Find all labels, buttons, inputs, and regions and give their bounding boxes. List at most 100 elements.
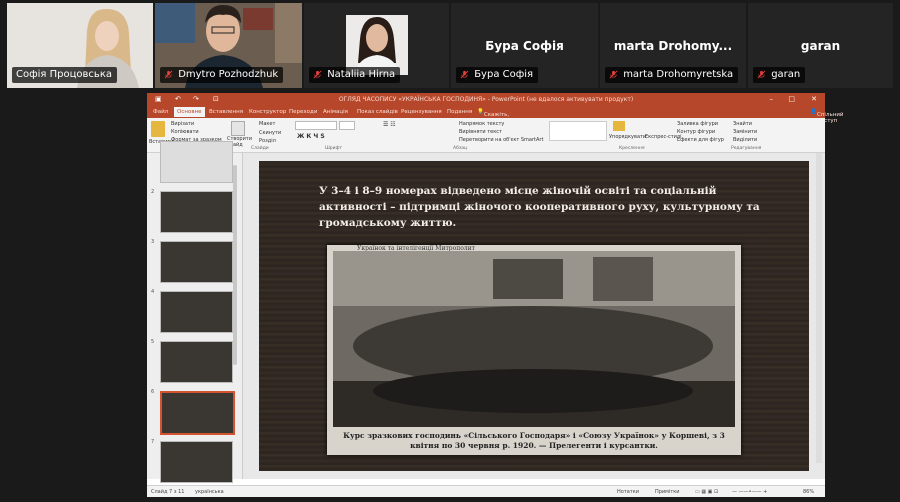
zoom-slider[interactable]: — ——•—— + <box>732 489 767 495</box>
participant-name: Dmytro Pozhodzhuk <box>178 69 279 80</box>
participant-center-name: Бура Софія <box>485 39 564 53</box>
slide-scrollbar[interactable] <box>816 153 822 463</box>
font-size-field[interactable] <box>339 121 355 130</box>
slide-thumbnail[interactable] <box>160 291 233 333</box>
participant-tile-1[interactable]: Софія Процовська <box>7 3 153 88</box>
language-indicator: українська <box>195 489 224 495</box>
convert-smartart-button[interactable]: Перетворити на об'єкт SmartArt <box>459 137 543 143</box>
participant-tile-6[interactable]: garan garan <box>748 3 893 88</box>
paste-icon[interactable] <box>151 121 165 137</box>
slide-number: 3 <box>151 239 155 245</box>
slide-thumbnail[interactable] <box>160 241 233 283</box>
slide-thumbnail[interactable] <box>160 141 233 183</box>
muted-mic-icon <box>609 70 618 78</box>
participant-name: Бура Софія <box>474 69 534 80</box>
participant-name: garan <box>771 69 801 80</box>
section-button[interactable]: Розділ <box>259 138 276 144</box>
group-editing-label: Редагування <box>731 146 762 151</box>
shape-outline-button[interactable]: Контур фігури <box>677 129 715 135</box>
participant-tile-5[interactable]: marta Drohomy... marta Drohomyretska <box>600 3 746 88</box>
editor-area: 2 3 4 5 6 7 У 3–4 і 8–9 номерах відведен… <box>147 141 825 483</box>
notes-button[interactable]: Нотатки <box>617 489 639 495</box>
historical-photo: Українок та інтелігенції Митрополит Курс… <box>327 245 741 455</box>
group-photo-image <box>333 251 735 427</box>
zoom-level[interactable]: 86% <box>803 489 814 495</box>
cut-button[interactable]: Вирізати <box>171 121 194 127</box>
slide-counter: Слайд 7 з 11 <box>151 489 185 495</box>
view-buttons[interactable]: ▭ ▦ ▣ ⊡ <box>695 489 718 495</box>
participant-name-label: Бура Софія <box>456 67 539 83</box>
muted-mic-icon <box>164 70 173 78</box>
participant-center-name: garan <box>800 39 841 53</box>
slide-text: У 3–4 і 8–9 номерах відведено місце жіно… <box>319 185 760 229</box>
arrange-button[interactable]: Упорядкувати <box>609 134 646 140</box>
muted-mic-icon <box>460 70 469 78</box>
tab-transitions[interactable]: Переходи <box>289 109 317 115</box>
photo-caption: Курс зразкових господинь «Сільського Гос… <box>343 431 725 450</box>
slide-number: 2 <box>151 189 155 195</box>
participant-name-label: garan <box>753 67 806 83</box>
tab-animation[interactable]: Анімація <box>323 109 348 115</box>
participant-name-label: Dmytro Pozhodzhuk <box>160 67 284 83</box>
close-icon[interactable]: ✕ <box>811 95 817 103</box>
participant-strip: Софія Процовська Dmytro Pozhodzhuk Natal… <box>0 0 900 92</box>
find-button[interactable]: Знайти <box>733 121 752 127</box>
new-slide-icon[interactable] <box>231 121 245 136</box>
slide-thumbnails-pane: 2 3 4 5 6 7 <box>147 141 243 483</box>
participant-name: Nataliia Hirna <box>327 69 396 80</box>
slide-thumbnail-selected[interactable] <box>160 391 235 435</box>
participant-tile-3[interactable]: Nataliia Hirna <box>304 3 449 88</box>
tab-file[interactable]: Файл <box>153 109 168 115</box>
tab-insert[interactable]: Вставлення <box>209 109 243 115</box>
share-button[interactable]: 👤 Спільний доступ <box>810 109 843 124</box>
group-paragraph-label: Абзац <box>453 146 468 151</box>
status-bar: Слайд 7 з 11 українська Нотатки Примітки… <box>147 485 825 497</box>
thumbnails-scrollbar[interactable] <box>233 165 237 365</box>
participant-name-label: Софія Процовська <box>12 67 117 83</box>
align-text-button[interactable]: Вирівняти текст <box>459 129 502 135</box>
tab-design[interactable]: Конструктор <box>249 109 286 115</box>
slide-number: 7 <box>151 439 155 445</box>
arrange-icon[interactable] <box>613 121 625 131</box>
participant-tile-4[interactable]: Бура Софія Бура Софія <box>451 3 598 88</box>
tab-review[interactable]: Рецензування <box>401 109 442 115</box>
shape-effects-button[interactable]: Ефекти для фігур <box>677 137 724 143</box>
replace-button[interactable]: Замінити <box>733 129 757 135</box>
tab-home[interactable]: Основне <box>174 107 205 117</box>
tab-view[interactable]: Подання <box>447 109 472 115</box>
participant-name-label: marta Drohomyretska <box>605 67 739 83</box>
group-font-label: Шрифт <box>325 146 343 151</box>
tab-slideshow[interactable]: Показ слайдів <box>357 109 398 115</box>
participant-name-label: Nataliia Hirna <box>309 67 401 83</box>
maximize-icon[interactable]: □ <box>788 95 795 103</box>
muted-mic-icon <box>757 70 766 78</box>
bullets-button[interactable]: ☰ ☷ <box>383 121 396 128</box>
reset-button[interactable]: Скинути <box>259 130 281 136</box>
tell-me-box[interactable]: 💡 Скажіть, що потрібно зробити <box>477 109 509 136</box>
window-title: ОГЛЯД ЧАСОПИСУ «УКРАЇНСЬКА ГОСПОДИНЯ» - … <box>338 96 634 103</box>
copy-button[interactable]: Копіювати <box>171 129 199 135</box>
slide-number: 4 <box>151 289 155 295</box>
group-drawing-label: Креслення <box>619 146 645 151</box>
comments-button[interactable]: Примітки <box>655 489 680 495</box>
font-name-field[interactable] <box>295 121 337 130</box>
slide-thumbnail[interactable] <box>160 341 233 383</box>
minimize-icon[interactable]: – <box>770 95 774 103</box>
participant-name: marta Drohomyretska <box>623 69 734 80</box>
layout-button[interactable]: Макет <box>259 121 275 127</box>
ribbon-home: Вставити Вирізати Копіювати Формат за зр… <box>147 118 825 153</box>
slide-thumbnail[interactable] <box>160 441 233 483</box>
shape-fill-button[interactable]: Заливка фігури <box>677 121 718 127</box>
text-direction-button[interactable]: Напрямок тексту <box>459 121 504 127</box>
group-slides-label: Слайди <box>251 146 269 151</box>
bold-button[interactable]: Ж К Ч S <box>297 133 325 140</box>
muted-mic-icon <box>313 70 322 78</box>
slide-thumbnail[interactable] <box>160 191 233 233</box>
select-button[interactable]: Виділити <box>733 137 757 143</box>
participant-tile-2[interactable]: Dmytro Pozhodzhuk <box>155 3 302 88</box>
powerpoint-titlebar: ▣ ↶ ↷ ⊡ ОГЛЯД ЧАСОПИСУ «УКРАЇНСЬКА ГОСПО… <box>147 93 825 106</box>
participant-name: Софія Процовська <box>16 69 112 80</box>
shapes-gallery[interactable] <box>549 121 607 141</box>
ribbon-tabs: Файл Основне Вставлення Конструктор Пере… <box>147 106 843 136</box>
current-slide[interactable]: У 3–4 і 8–9 номерах відведено місце жіно… <box>259 161 809 471</box>
